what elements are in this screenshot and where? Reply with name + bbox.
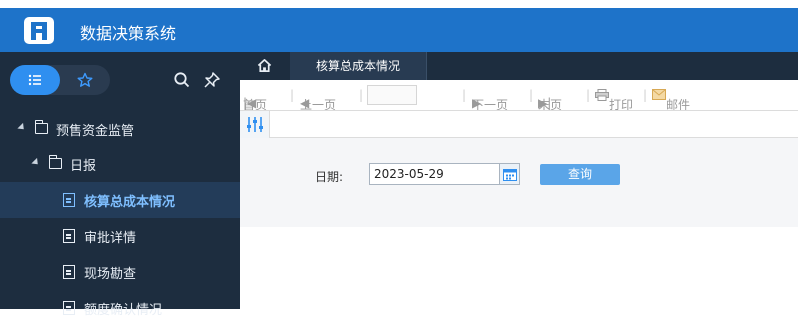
top-band xyxy=(0,0,798,8)
mail-button[interactable]: 邮件 xyxy=(652,88,690,112)
sidebar: 预售资金监管 日报 核算总成本情况 审批详情 现场勘查 额度确认情况 xyxy=(0,52,240,318)
tree-label: 日报 xyxy=(70,159,97,174)
app-header: 数据决策系统 xyxy=(0,8,798,52)
tab-home[interactable] xyxy=(240,52,288,80)
tab-cost-accounting[interactable]: 核算总成本情况 xyxy=(290,52,427,80)
brand-logo xyxy=(24,17,54,44)
sliders-icon xyxy=(247,117,263,132)
printer-icon xyxy=(595,89,609,101)
tree-item-approval-details[interactable]: 审批详情 xyxy=(0,218,240,254)
search-icon[interactable] xyxy=(173,71,191,89)
expand-triangle-icon[interactable] xyxy=(17,122,27,133)
home-icon xyxy=(257,59,272,72)
tree-item-quota-confirmation[interactable]: 额度确认情况 xyxy=(0,290,240,326)
report-icon xyxy=(63,229,75,243)
pin-icon[interactable] xyxy=(203,71,221,89)
toolbar-separator: | xyxy=(290,88,295,102)
query-button[interactable]: 查询 xyxy=(540,164,620,185)
tree-label: 现场勘查 xyxy=(84,267,137,282)
toolbar-separator: | xyxy=(586,88,591,102)
report-toolbar: |◀ 首页 | ◀ 上一页 | | ▶ 下一页 | ▶| 末页 | 打印 | 邮… xyxy=(240,80,798,112)
report-content xyxy=(240,227,798,309)
calendar-icon xyxy=(503,169,517,181)
report-icon xyxy=(63,265,75,279)
toolbar-separator: | xyxy=(462,88,467,102)
tree-folder-presale-supervision[interactable]: 预售资金监管 xyxy=(0,111,240,147)
mail-icon xyxy=(652,89,666,100)
star-icon[interactable] xyxy=(77,72,93,88)
list-mode-button[interactable] xyxy=(10,65,60,95)
toolbar-separator: | xyxy=(359,88,364,102)
toolbar-separator: | xyxy=(643,88,648,102)
folder-icon xyxy=(34,120,48,134)
tree-item-cost-accounting[interactable]: 核算总成本情况 xyxy=(0,182,240,218)
tree-item-site-survey[interactable]: 现场勘查 xyxy=(0,254,240,290)
list-icon xyxy=(28,74,41,86)
print-button[interactable]: 打印 xyxy=(595,88,633,112)
page-number-input[interactable] xyxy=(367,85,417,105)
expand-triangle-icon[interactable] xyxy=(31,157,41,168)
parameter-toggle-button[interactable] xyxy=(240,111,270,138)
calendar-button[interactable] xyxy=(500,163,520,185)
tree-label: 核算总成本情况 xyxy=(84,195,176,210)
view-mode-switch xyxy=(10,65,110,95)
query-form: 日期: 2023-05-29 查询 xyxy=(240,138,798,227)
report-icon xyxy=(63,301,75,315)
tree-folder-daily-report[interactable]: 日报 xyxy=(0,146,240,182)
date-label: 日期: xyxy=(315,170,344,184)
tree-label: 审批详情 xyxy=(84,231,137,246)
date-input[interactable]: 2023-05-29 xyxy=(369,163,500,185)
tree-label: 预售资金监管 xyxy=(56,124,135,139)
folder-icon xyxy=(48,155,62,169)
tab-bar: 核算总成本情况 xyxy=(240,52,798,80)
toolbar-separator: | xyxy=(529,88,534,102)
parameter-bar xyxy=(240,110,798,138)
report-icon xyxy=(63,193,75,207)
app-title: 数据决策系统 xyxy=(80,24,177,43)
